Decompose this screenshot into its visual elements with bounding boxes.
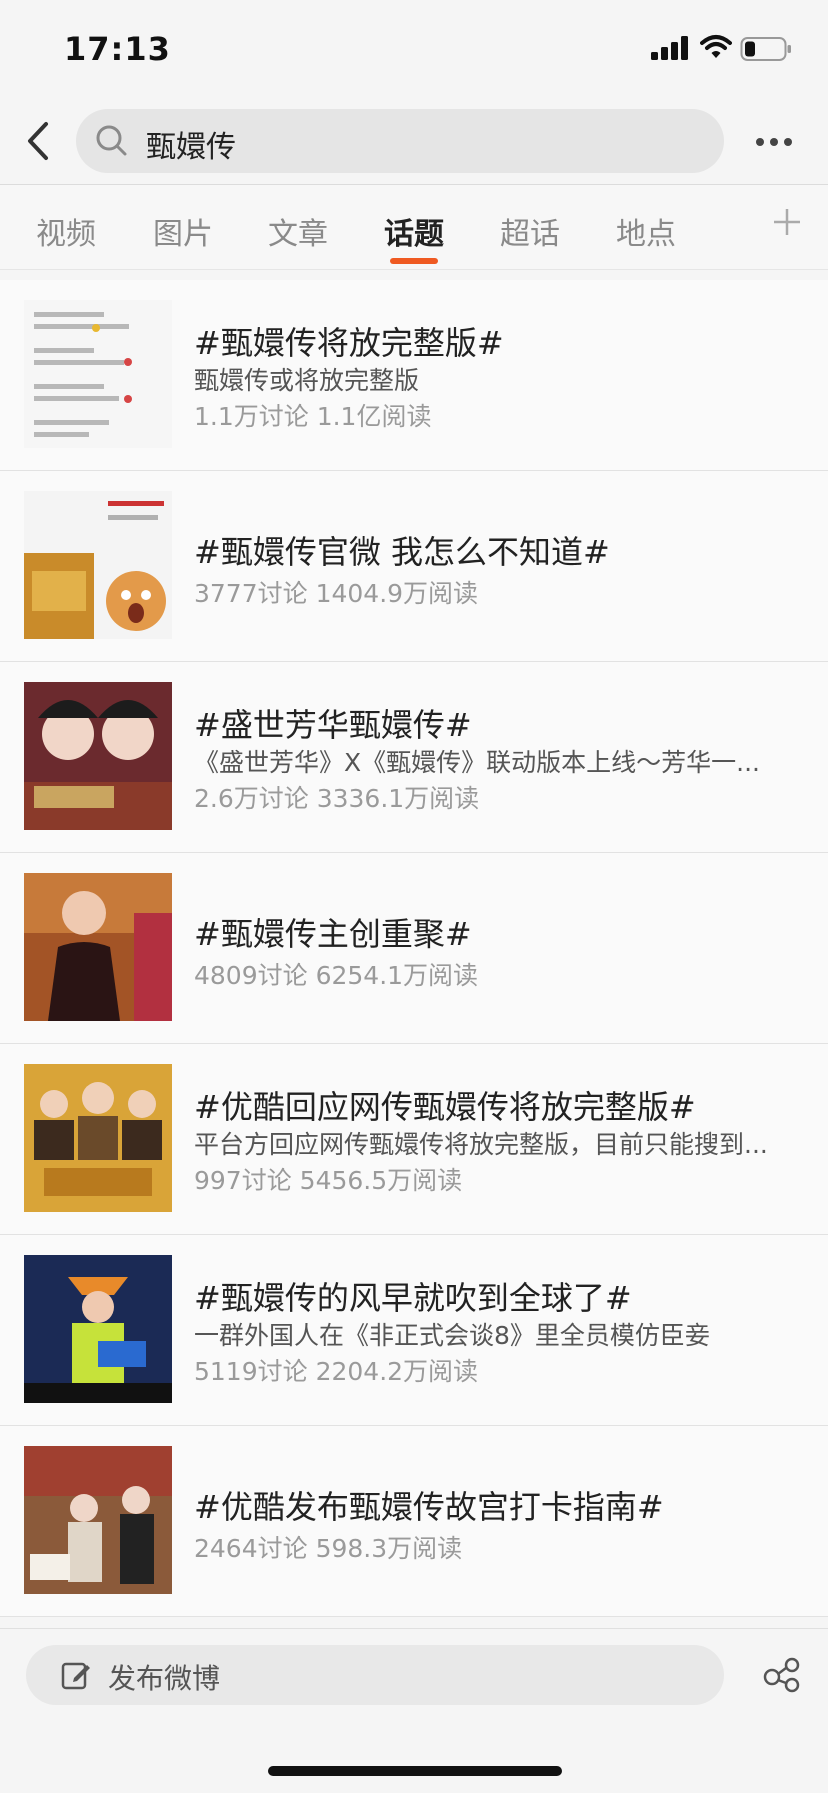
topic-thumbnail (24, 873, 172, 1021)
signal-icon (651, 36, 688, 60)
bottom-bar: 发布微博 (0, 1628, 828, 1793)
topic-stats: 2.6万讨论 3336.1万阅读 (194, 784, 480, 813)
active-tab-indicator (390, 258, 438, 264)
topic-item[interactable]: #甄嬛传的风早就吹到全球了# 一群外国人在《非正式会谈8》里全员模仿臣妾 511… (0, 1235, 828, 1426)
battery-icon (740, 37, 791, 61)
topic-title: #优酷回应网传甄嬛传将放完整版# (194, 1088, 696, 1126)
more-icon (756, 138, 764, 146)
topic-title: #优酷发布甄嬛传故宫打卡指南# (194, 1488, 664, 1526)
topic-description: 甄嬛传或将放完整版 (194, 366, 420, 395)
tab-topics[interactable]: 话题 (384, 209, 444, 253)
more-icon-dot (770, 138, 778, 146)
more-icon-dot (784, 138, 792, 146)
category-tabs: 视频 图片 文章 话题 超话 地点 (0, 185, 828, 270)
topic-stats: 3777讨论 1404.9万阅读 (194, 579, 479, 608)
tab-images[interactable]: 图片 (153, 209, 213, 253)
topic-description: 《盛世芳华》X《甄嬛传》联动版本上线～芳华一... (194, 748, 760, 777)
topic-title: #甄嬛传主创重聚# (194, 915, 472, 953)
tab-places[interactable]: 地点 (616, 209, 676, 253)
edit-icon (61, 1662, 90, 1690)
search-query: 甄嬛传 (146, 130, 236, 165)
compose-post-button[interactable]: 发布微博 (26, 1645, 724, 1705)
back-button[interactable] (20, 118, 56, 164)
topic-description: 一群外国人在《非正式会谈8》里全员模仿臣妾 (194, 1321, 710, 1350)
add-tab-icon[interactable] (772, 207, 802, 237)
topic-stats: 2464讨论 598.3万阅读 (194, 1534, 463, 1563)
search-icon (96, 125, 127, 156)
tab-super-topics[interactable]: 超话 (500, 209, 560, 253)
search-header: 甄嬛传 (0, 100, 828, 184)
more-options-button[interactable] (748, 124, 798, 160)
topic-stats: 997讨论 5456.5万阅读 (194, 1166, 463, 1195)
topic-item[interactable]: #优酷发布甄嬛传故宫打卡指南# 2464讨论 598.3万阅读 (0, 1426, 828, 1617)
topic-thumbnail (24, 300, 172, 448)
topic-description: 平台方回应网传甄嬛传将放完整版，目前只能搜到... (194, 1130, 768, 1159)
topic-thumbnail (24, 1446, 172, 1594)
topic-item[interactable]: #甄嬛传将放完整版# 甄嬛传或将放完整版 1.1万讨论 1.1亿阅读 (0, 280, 828, 471)
topic-title: #甄嬛传的风早就吹到全球了# (194, 1279, 632, 1317)
tab-video[interactable]: 视频 (36, 209, 96, 253)
compose-post-label: 发布微博 (108, 1662, 221, 1695)
share-icon[interactable] (762, 1655, 802, 1695)
status-bar: 17:13 (0, 0, 828, 100)
topic-title: #甄嬛传将放完整版# (194, 324, 504, 362)
topic-thumbnail (24, 1064, 172, 1212)
tab-articles[interactable]: 文章 (268, 209, 328, 253)
topic-thumbnail (24, 491, 172, 639)
search-input[interactable]: 甄嬛传 (76, 109, 724, 173)
home-indicator[interactable] (268, 1766, 562, 1776)
topic-item[interactable]: #优酷回应网传甄嬛传将放完整版# 平台方回应网传甄嬛传将放完整版，目前只能搜到.… (0, 1044, 828, 1235)
topic-item[interactable]: #甄嬛传官微 我怎么不知道# 3777讨论 1404.9万阅读 (0, 471, 828, 662)
topic-title: #甄嬛传官微 我怎么不知道# (194, 533, 610, 571)
topic-stats: 4809讨论 6254.1万阅读 (194, 961, 479, 990)
wifi-icon (700, 35, 732, 58)
topic-thumbnail (24, 1255, 172, 1403)
topic-title: #盛世芳华甄嬛传# (194, 706, 472, 744)
topic-stats: 1.1万讨论 1.1亿阅读 (194, 402, 432, 431)
topic-thumbnail (24, 682, 172, 830)
topic-item[interactable]: #甄嬛传主创重聚# 4809讨论 6254.1万阅读 (0, 853, 828, 1044)
status-time: 17:13 (64, 30, 171, 68)
topic-item[interactable]: #盛世芳华甄嬛传# 《盛世芳华》X《甄嬛传》联动版本上线～芳华一... 2.6万… (0, 662, 828, 853)
topic-stats: 5119讨论 2204.2万阅读 (194, 1357, 479, 1386)
